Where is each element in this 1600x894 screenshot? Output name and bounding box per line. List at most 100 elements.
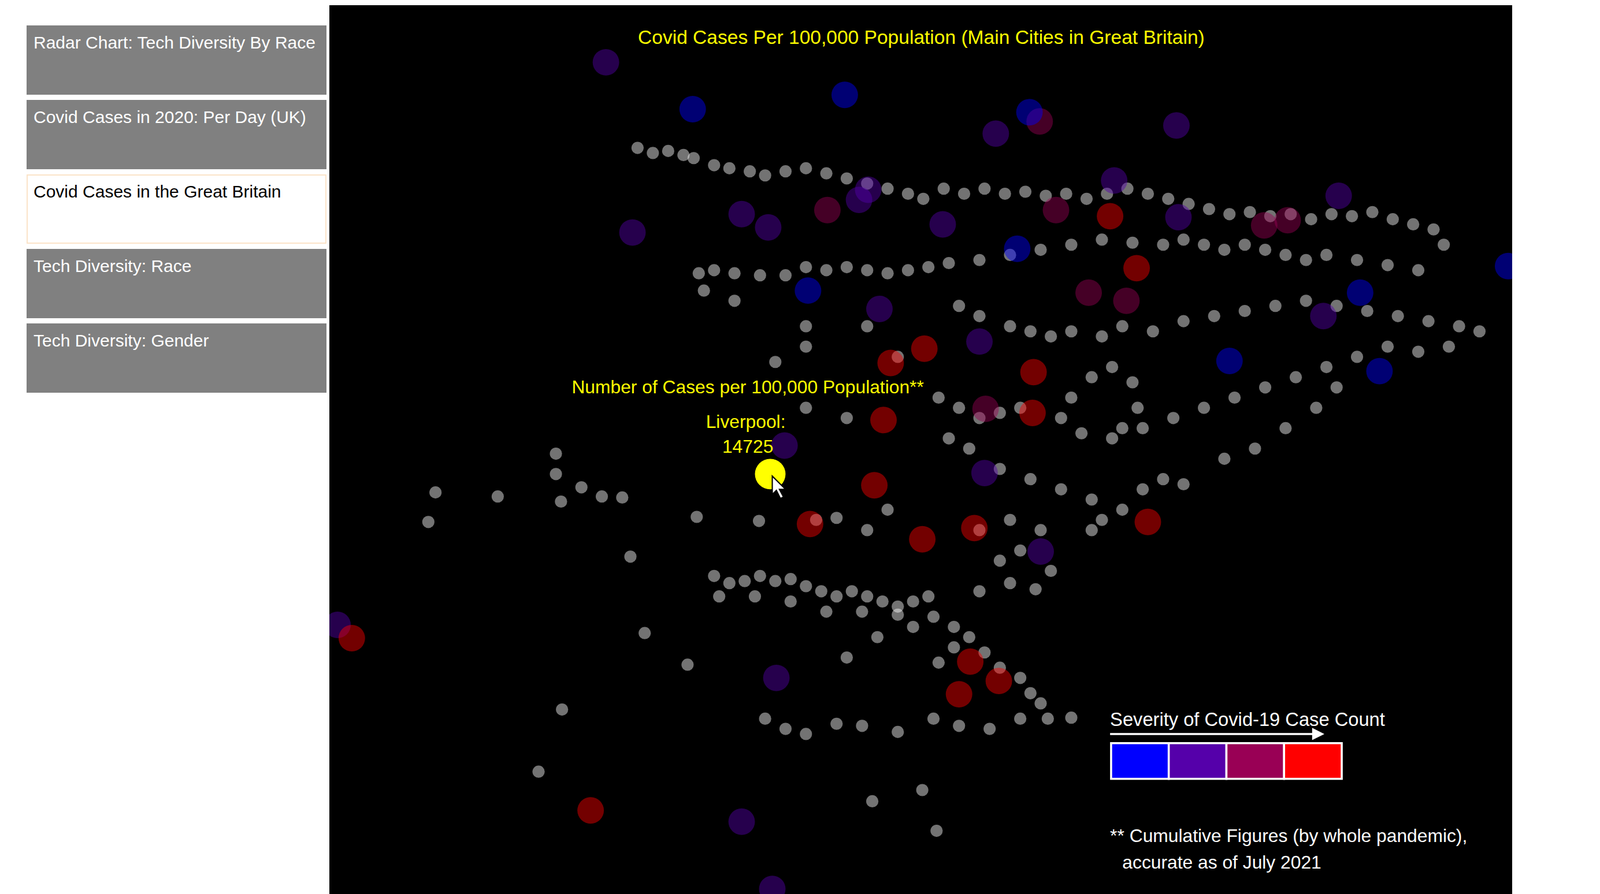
town-dot[interactable]: [728, 267, 741, 280]
city-dot[interactable]: [1216, 347, 1243, 375]
town-dot[interactable]: [1044, 330, 1057, 343]
town-dot[interactable]: [1055, 483, 1068, 496]
town-dot[interactable]: [1473, 325, 1486, 338]
town-dot[interactable]: [820, 606, 833, 619]
town-dot[interactable]: [1105, 361, 1119, 374]
town-dot[interactable]: [942, 257, 955, 270]
town-dot[interactable]: [860, 590, 874, 603]
town-dot[interactable]: [1325, 208, 1338, 221]
town-dot[interactable]: [1345, 210, 1358, 223]
town-dot[interactable]: [575, 481, 588, 494]
town-dot[interactable]: [738, 575, 751, 588]
town-dot[interactable]: [779, 269, 792, 282]
town-dot[interactable]: [1156, 238, 1169, 251]
town-dot[interactable]: [759, 169, 772, 182]
city-dot[interactable]: [796, 510, 824, 538]
town-dot[interactable]: [1279, 422, 1292, 435]
town-dot[interactable]: [1044, 565, 1057, 578]
town-dot[interactable]: [1141, 187, 1154, 200]
town-dot[interactable]: [1407, 218, 1420, 231]
town-dot[interactable]: [754, 570, 767, 583]
town-dot[interactable]: [690, 510, 703, 523]
town-dot[interactable]: [549, 447, 562, 460]
town-dot[interactable]: [927, 713, 940, 726]
city-dot[interactable]: [982, 120, 1009, 147]
town-dot[interactable]: [769, 575, 782, 588]
town-dot[interactable]: [947, 621, 960, 634]
town-dot[interactable]: [799, 162, 812, 175]
city-dot[interactable]: [877, 350, 904, 377]
town-dot[interactable]: [1003, 320, 1016, 333]
town-dot[interactable]: [1075, 427, 1088, 440]
sidebar-item[interactable]: Covid Cases in the Great Britain: [26, 174, 327, 244]
town-dot[interactable]: [932, 656, 945, 670]
town-dot[interactable]: [429, 486, 442, 499]
town-dot[interactable]: [1259, 381, 1272, 394]
town-dot[interactable]: [840, 411, 853, 425]
town-dot[interactable]: [866, 795, 879, 808]
town-dot[interactable]: [1427, 223, 1440, 236]
town-dot[interactable]: [555, 703, 569, 716]
city-dot[interactable]: [1365, 358, 1393, 385]
town-dot[interactable]: [930, 825, 943, 838]
town-dot[interactable]: [881, 503, 894, 516]
town-dot[interactable]: [855, 719, 868, 733]
town-dot[interactable]: [1289, 371, 1302, 384]
town-dot[interactable]: [855, 606, 868, 619]
town-dot[interactable]: [698, 284, 711, 298]
city-dot[interactable]: [771, 432, 798, 459]
town-dot[interactable]: [917, 192, 930, 206]
city-dot[interactable]: [971, 459, 998, 487]
town-dot[interactable]: [1177, 233, 1190, 246]
town-dot[interactable]: [799, 402, 812, 415]
town-dot[interactable]: [891, 726, 904, 739]
town-dot[interactable]: [1203, 202, 1216, 215]
city-dot[interactable]: [1274, 206, 1301, 234]
town-dot[interactable]: [1381, 340, 1394, 354]
town-dot[interactable]: [1156, 473, 1169, 486]
town-dot[interactable]: [779, 165, 792, 178]
city-dot[interactable]: [754, 214, 782, 241]
town-dot[interactable]: [1014, 672, 1027, 685]
city-dot[interactable]: [1325, 182, 1353, 210]
town-dot[interactable]: [860, 320, 874, 333]
town-dot[interactable]: [1300, 254, 1313, 267]
town-dot[interactable]: [881, 182, 894, 195]
town-dot[interactable]: [692, 267, 705, 280]
city-dot[interactable]: [759, 875, 786, 894]
town-dot[interactable]: [830, 718, 843, 731]
town-dot[interactable]: [1064, 711, 1078, 725]
town-dot[interactable]: [1003, 514, 1016, 527]
town-dot[interactable]: [907, 595, 920, 608]
city-dot[interactable]: [985, 667, 1013, 695]
town-dot[interactable]: [1105, 432, 1119, 445]
town-dot[interactable]: [1320, 361, 1333, 374]
town-dot[interactable]: [840, 651, 853, 664]
city-dot[interactable]: [1494, 253, 1513, 280]
town-dot[interactable]: [1238, 238, 1251, 251]
town-dot[interactable]: [707, 264, 720, 277]
town-dot[interactable]: [1197, 402, 1210, 415]
town-dot[interactable]: [1437, 238, 1450, 251]
town-dot[interactable]: [993, 554, 1006, 567]
town-dot[interactable]: [1014, 544, 1027, 558]
town-dot[interactable]: [1197, 238, 1210, 251]
town-dot[interactable]: [922, 261, 935, 274]
town-dot[interactable]: [871, 631, 884, 644]
city-dot[interactable]: [866, 295, 893, 323]
town-dot[interactable]: [595, 490, 608, 503]
town-dot[interactable]: [799, 580, 812, 593]
city-dot[interactable]: [619, 219, 647, 247]
city-dot[interactable]: [814, 197, 841, 224]
town-dot[interactable]: [1095, 514, 1108, 527]
town-dot[interactable]: [1177, 478, 1190, 491]
town-dot[interactable]: [1320, 249, 1333, 262]
town-dot[interactable]: [1085, 371, 1098, 384]
town-dot[interactable]: [901, 264, 915, 277]
town-dot[interactable]: [1034, 697, 1047, 710]
town-dot[interactable]: [1064, 238, 1078, 251]
city-dot[interactable]: [338, 625, 366, 652]
city-dot[interactable]: [1134, 509, 1162, 536]
city-dot[interactable]: [911, 335, 938, 363]
town-dot[interactable]: [901, 187, 915, 200]
